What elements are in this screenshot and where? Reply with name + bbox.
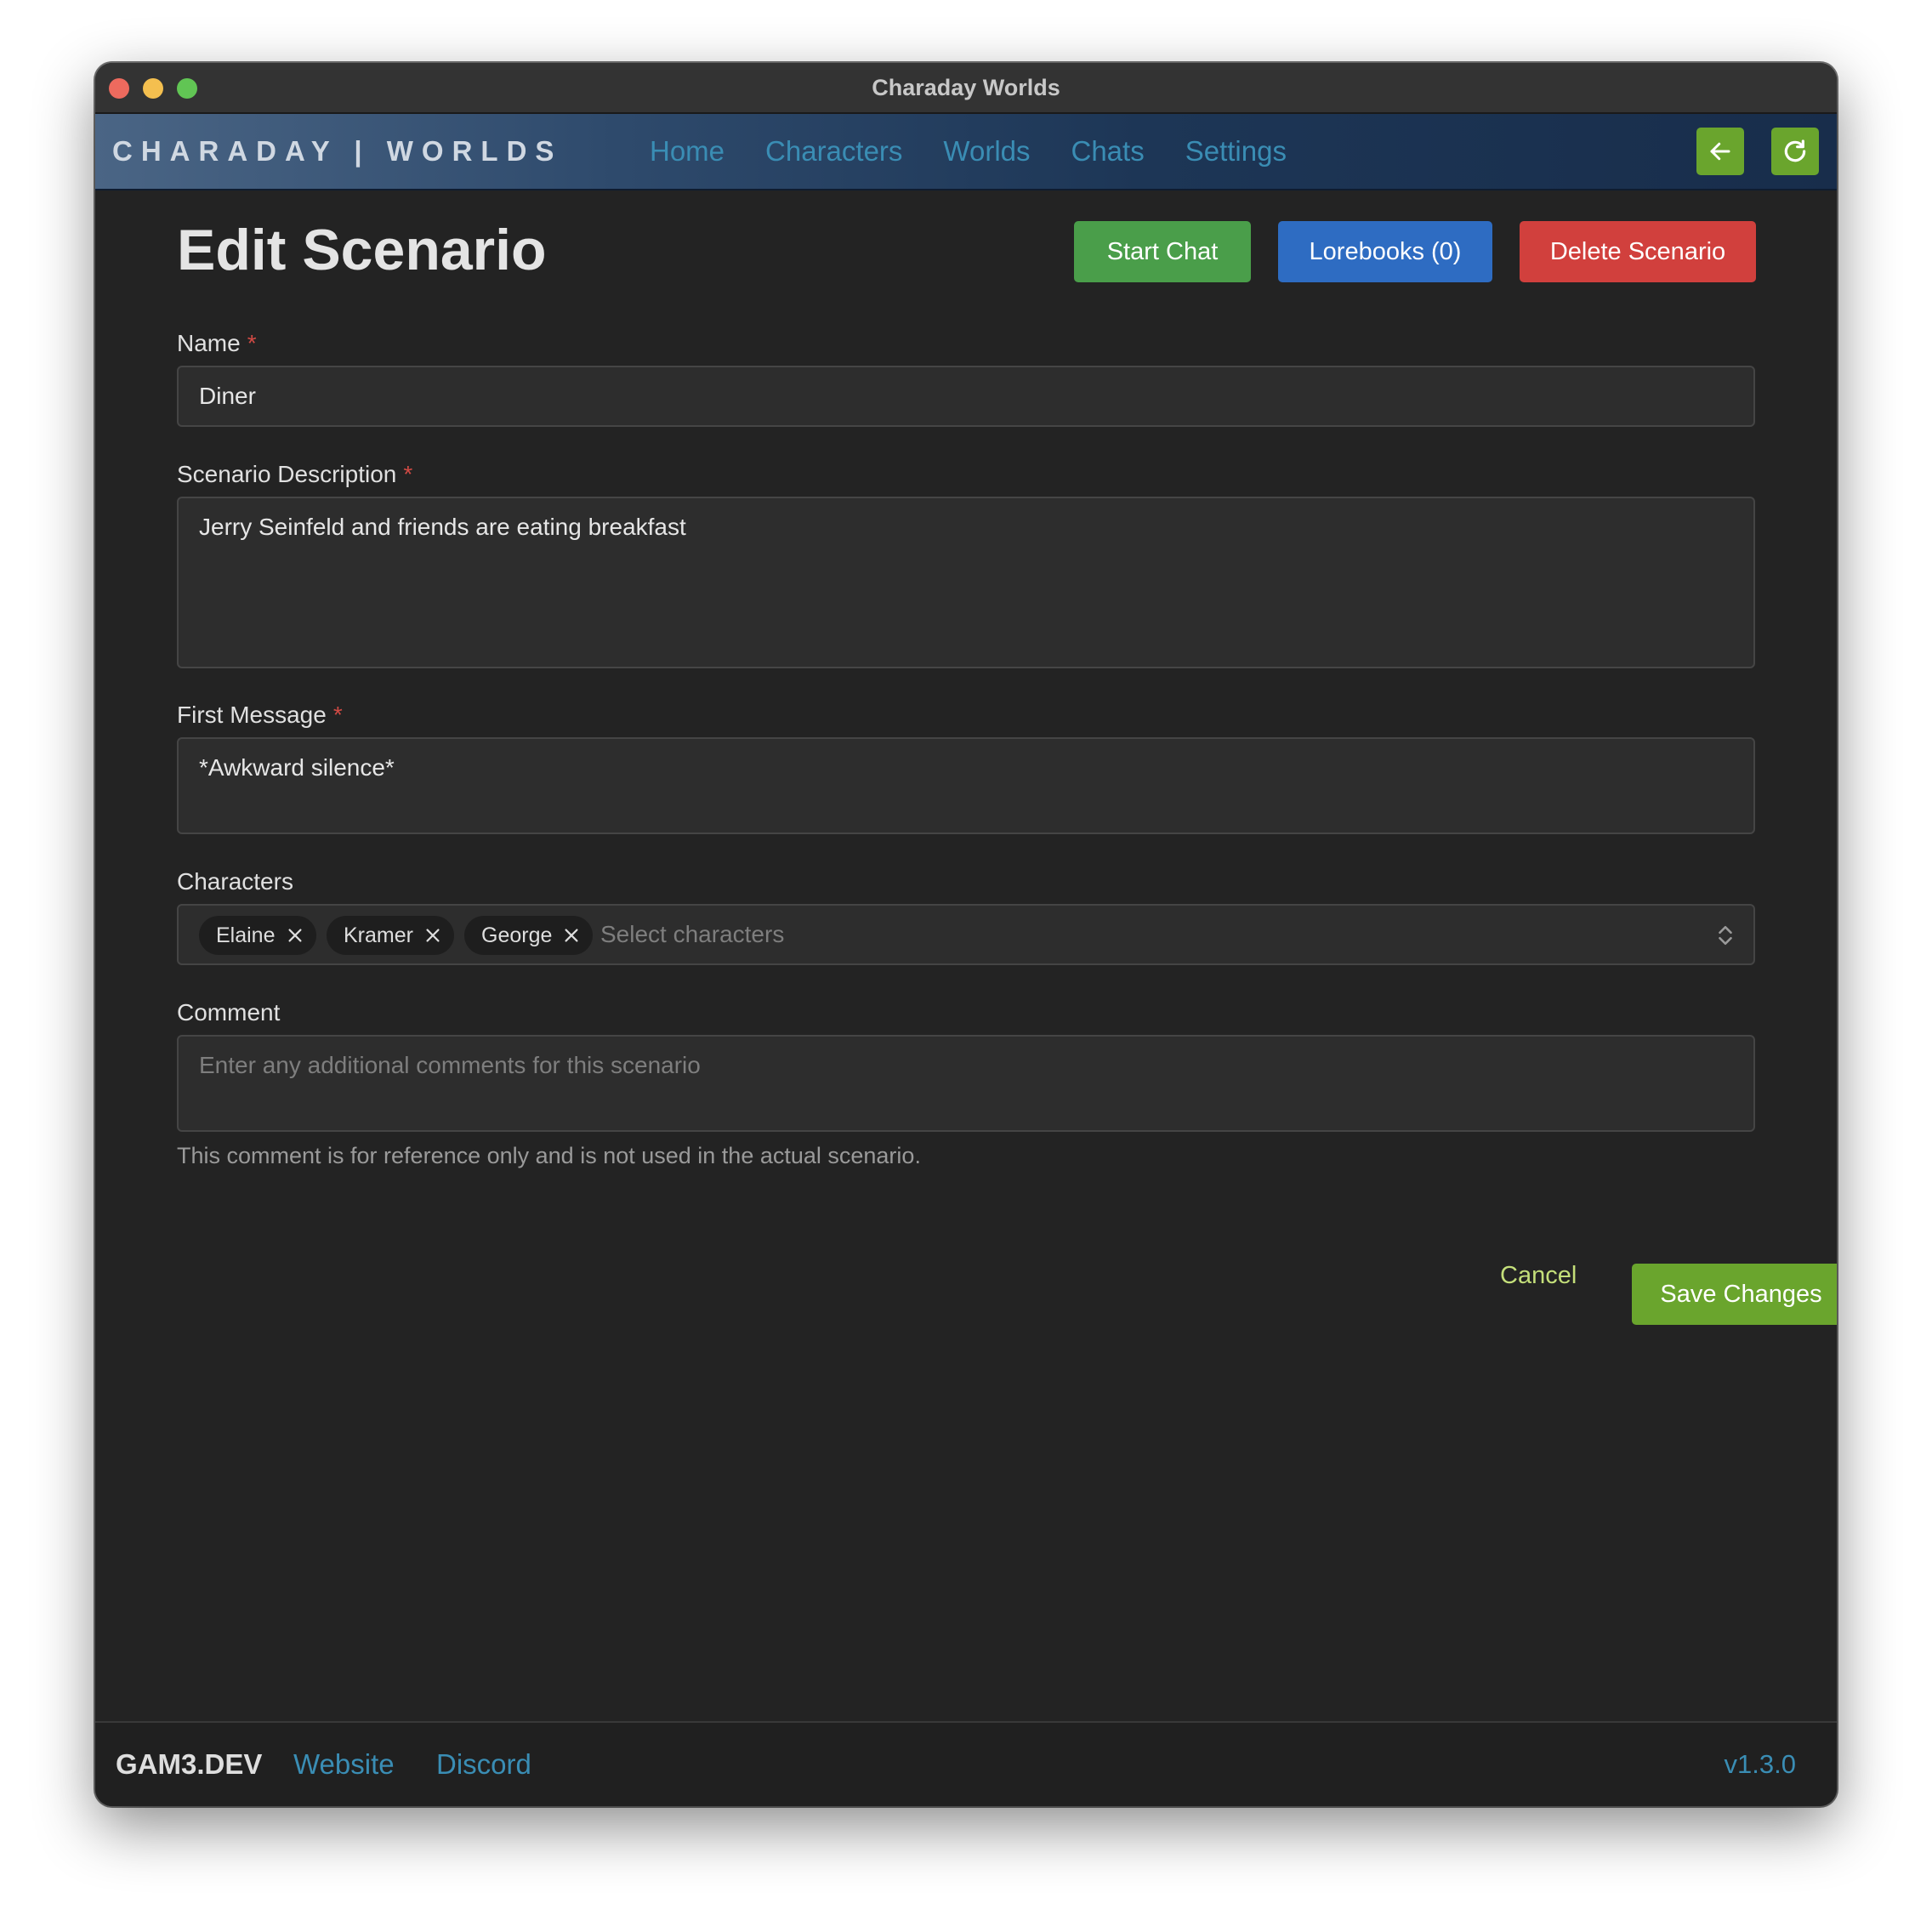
- version-label: v1.3.0: [1724, 1749, 1796, 1779]
- nav-link-worlds[interactable]: Worlds: [943, 114, 1030, 189]
- characters-label: Characters: [177, 868, 293, 895]
- brand-logo[interactable]: CHARADAY | WORLDS: [112, 114, 562, 189]
- save-changes-button[interactable]: Save Changes: [1632, 1264, 1837, 1325]
- nav-links: Home Characters Worlds Chats Settings: [650, 114, 1287, 189]
- remove-tag-icon[interactable]: [286, 926, 304, 945]
- comment-textarea[interactable]: Enter any additional comments for this s…: [177, 1035, 1755, 1132]
- refresh-button[interactable]: [1771, 128, 1819, 175]
- first-message-textarea-value: *Awkward silence*: [199, 754, 395, 781]
- refresh-icon: [1784, 139, 1806, 162]
- required-mark: *: [332, 702, 343, 728]
- delete-scenario-button[interactable]: Delete Scenario: [1520, 221, 1756, 282]
- character-tag-kramer: Kramer: [327, 916, 454, 955]
- start-chat-button[interactable]: Start Chat: [1074, 221, 1251, 282]
- title-bar: Charaday Worlds: [95, 63, 1837, 114]
- characters-multiselect[interactable]: Elaine Kramer George Select characters: [177, 904, 1755, 965]
- character-tag-elaine: Elaine: [199, 916, 316, 955]
- comment-label: Comment: [177, 999, 281, 1026]
- description-textarea-value: Jerry Seinfeld and friends are eating br…: [199, 514, 686, 540]
- first-message-textarea[interactable]: *Awkward silence*: [177, 737, 1755, 834]
- remove-tag-icon[interactable]: [562, 926, 581, 945]
- navbar: CHARADAY | WORLDS Home Characters Worlds…: [95, 114, 1837, 190]
- app-window: Charaday Worlds CHARADAY | WORLDS Home C…: [95, 63, 1837, 1806]
- lorebooks-button[interactable]: Lorebooks (0): [1278, 221, 1492, 282]
- nav-link-chats[interactable]: Chats: [1071, 114, 1145, 189]
- back-button[interactable]: [1696, 128, 1744, 175]
- name-label: Name *: [177, 330, 257, 357]
- first-message-label-text: First Message: [177, 702, 327, 728]
- arrow-left-icon: [1710, 142, 1730, 161]
- page-title: Edit Scenario: [177, 218, 547, 282]
- nav-link-settings[interactable]: Settings: [1185, 114, 1287, 189]
- character-tag-george: George: [464, 916, 594, 955]
- nav-link-characters[interactable]: Characters: [765, 114, 902, 189]
- character-tag-label: Kramer: [344, 923, 413, 947]
- footer-link-website[interactable]: Website: [293, 1723, 395, 1806]
- required-mark: *: [247, 330, 257, 356]
- character-tag-label: Elaine: [216, 923, 276, 947]
- comment-placeholder: Enter any additional comments for this s…: [199, 1052, 701, 1078]
- footer-brand: GAM3.DEV: [116, 1748, 263, 1780]
- description-label: Scenario Description *: [177, 461, 412, 488]
- name-input[interactable]: Diner: [177, 366, 1755, 427]
- comment-hint: This comment is for reference only and i…: [177, 1143, 921, 1168]
- description-textarea[interactable]: Jerry Seinfeld and friends are eating br…: [177, 497, 1755, 668]
- nav-link-home[interactable]: Home: [650, 114, 724, 189]
- name-label-text: Name: [177, 330, 241, 356]
- footer: GAM3.DEV Website Discord v1.3.0: [95, 1721, 1837, 1806]
- characters-placeholder[interactable]: Select characters: [600, 921, 784, 948]
- cancel-button[interactable]: Cancel: [1500, 1262, 1577, 1290]
- description-label-text: Scenario Description: [177, 461, 397, 487]
- chevron-up-down-icon[interactable]: [1716, 924, 1735, 946]
- footer-link-discord[interactable]: Discord: [436, 1723, 531, 1806]
- required-mark: *: [403, 461, 413, 487]
- first-message-label: First Message *: [177, 702, 343, 729]
- remove-tag-icon[interactable]: [423, 926, 442, 945]
- character-tag-label: George: [481, 923, 553, 947]
- window-title: Charaday Worlds: [872, 75, 1060, 100]
- name-input-value: Diner: [199, 383, 256, 409]
